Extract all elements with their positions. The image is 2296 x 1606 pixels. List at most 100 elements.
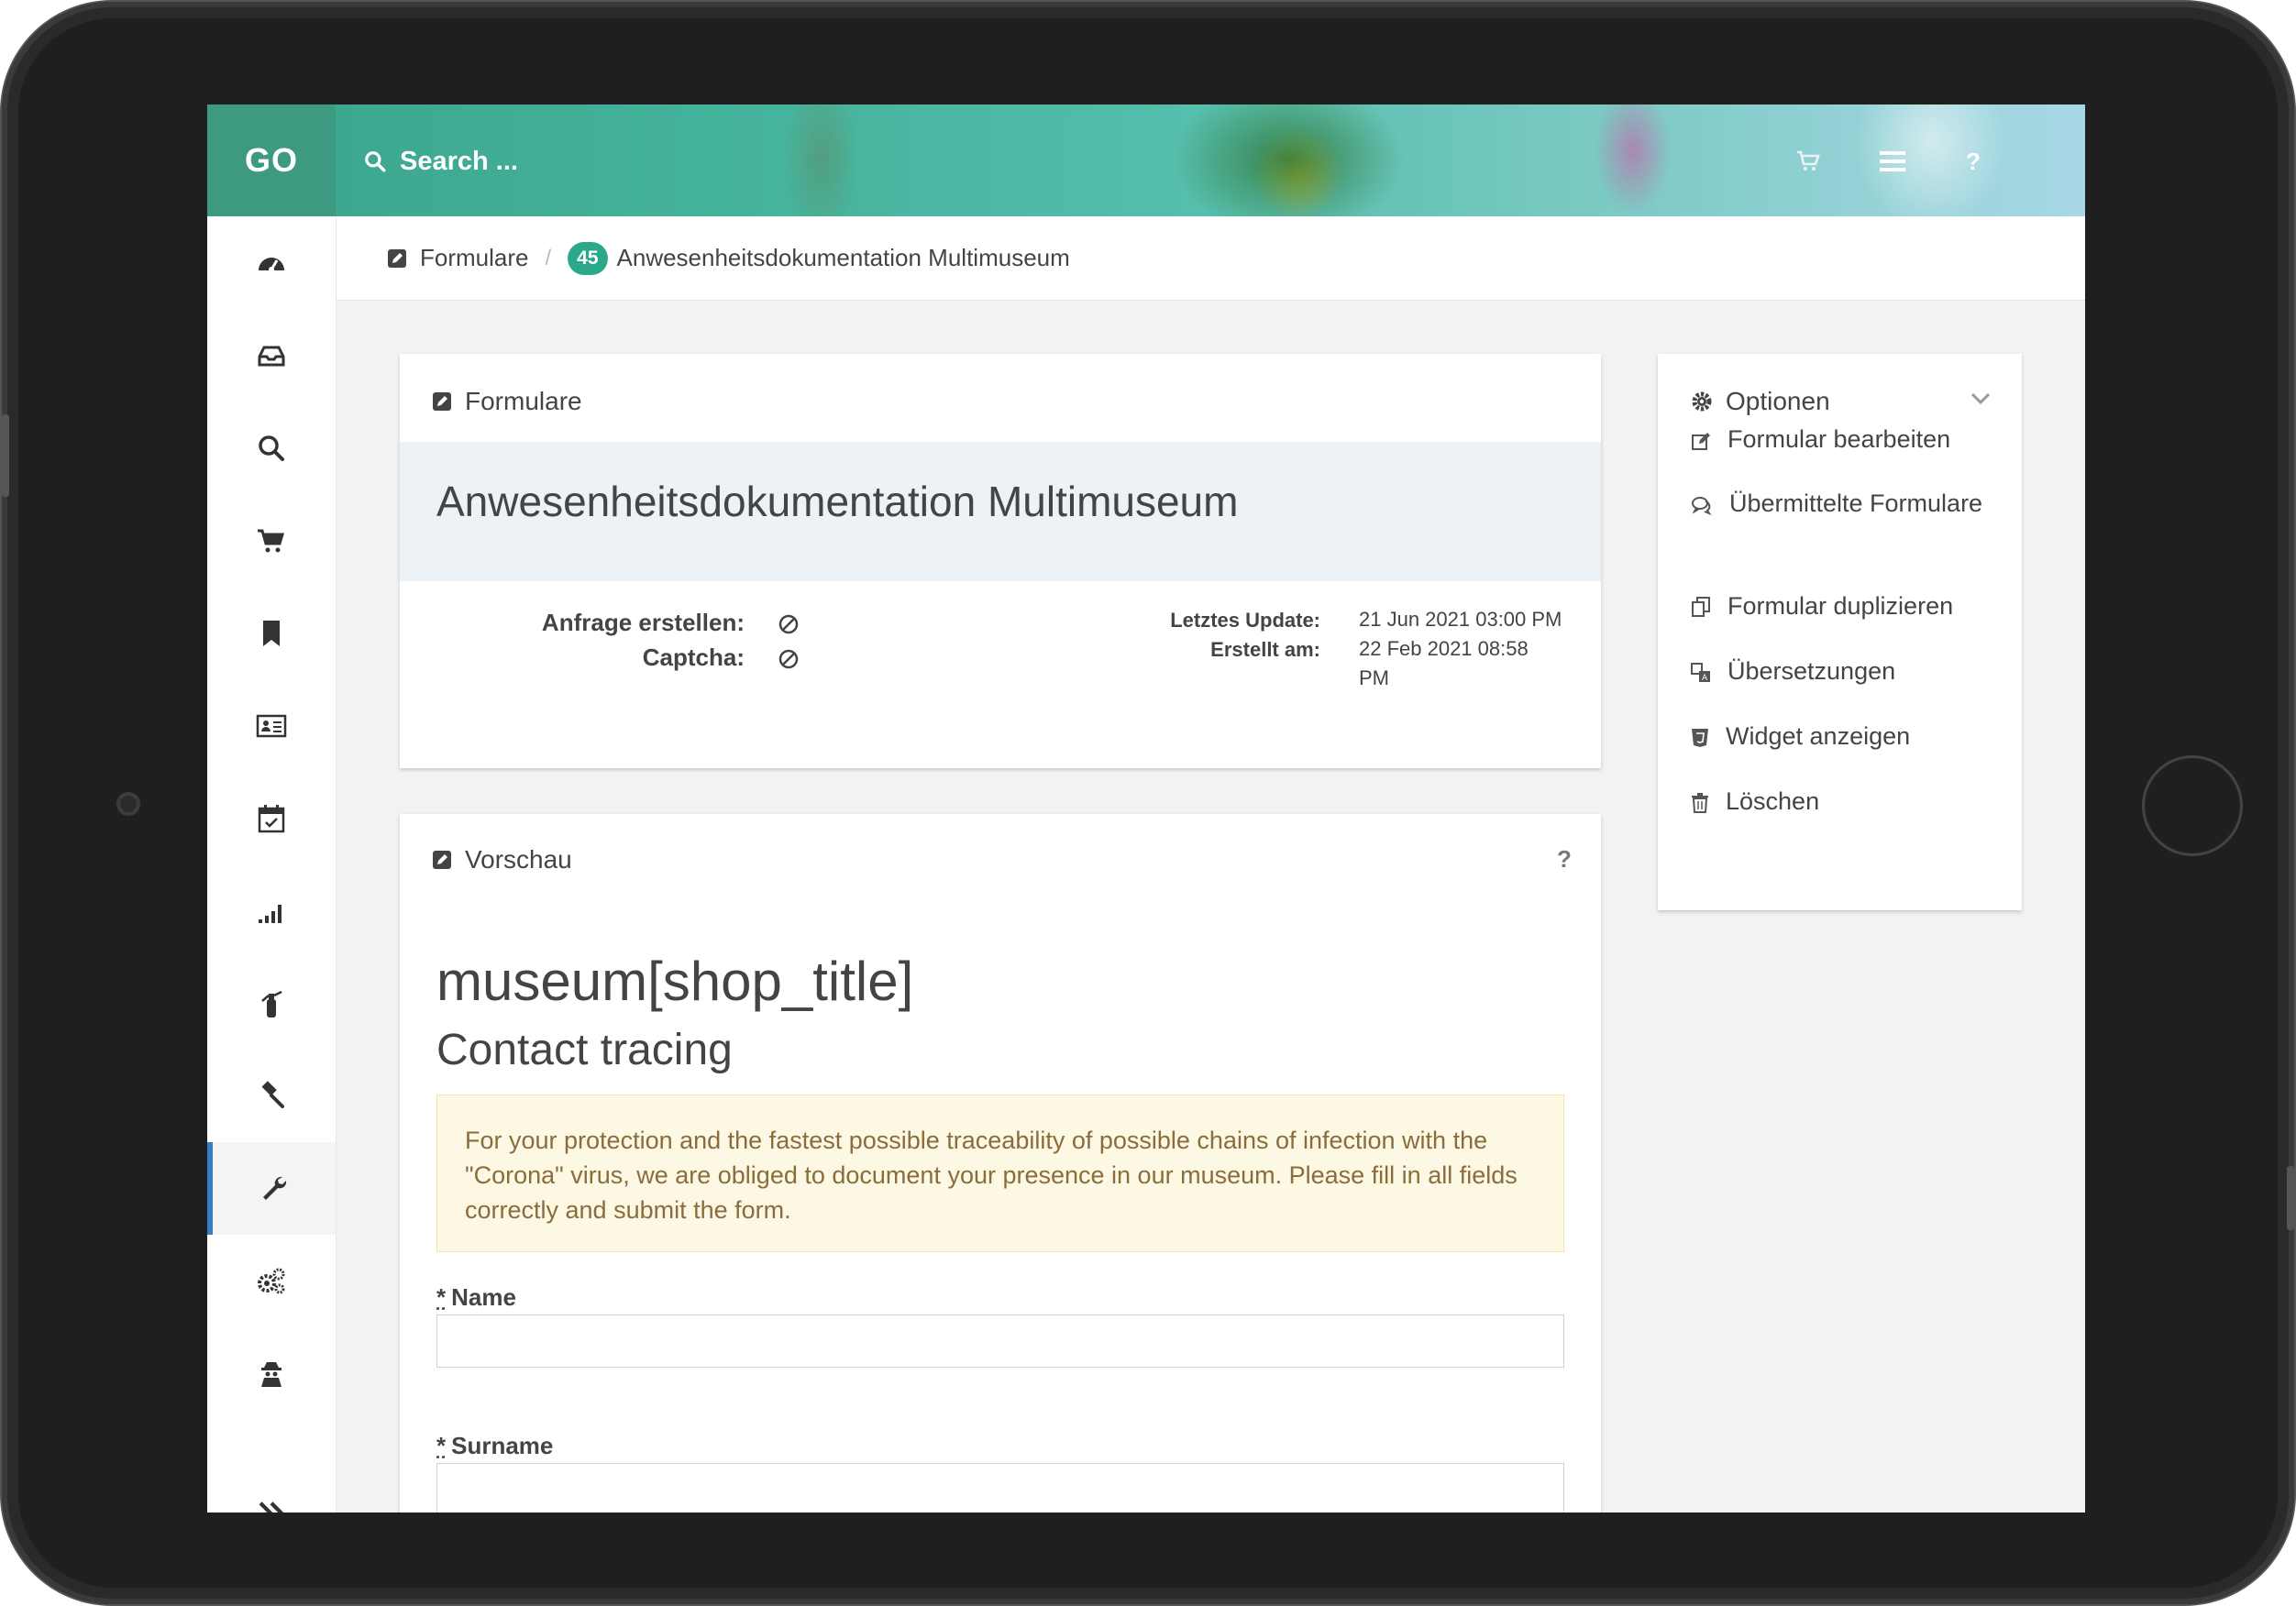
sidebar xyxy=(207,216,337,1512)
surname-label-text: Surname xyxy=(451,1432,554,1459)
camera-icon xyxy=(116,792,140,816)
anfrage-label: Anfrage erstellen: xyxy=(541,609,745,636)
sidebar-item-inbox[interactable] xyxy=(207,309,336,402)
gear-icon xyxy=(1692,391,1712,412)
count-badge: 45 xyxy=(568,241,608,275)
gavel-icon xyxy=(261,1080,284,1108)
svg-text:A: A xyxy=(1702,674,1708,683)
tablet-side-button xyxy=(2287,1166,2294,1230)
form-card-title: Formulare xyxy=(465,387,582,415)
option-label: Formular duplizieren xyxy=(1728,592,1954,620)
app-screen: GO Search ... ? Formulare / 45 Anwesenhe… xyxy=(207,104,2085,1512)
form-card-header: Formulare xyxy=(432,387,582,416)
name-input[interactable] xyxy=(436,1314,1564,1368)
option-label: Übersetzungen xyxy=(1728,657,1896,685)
options-card: Optionen Formular bearbeiten Übermittelt… xyxy=(1658,354,2022,910)
option-label: Übermittelte Formulare xyxy=(1729,490,1983,517)
search-icon xyxy=(259,434,284,461)
disabled-icon xyxy=(778,649,799,669)
sidebar-expand-button[interactable] xyxy=(207,1478,336,1512)
preview-help-icon[interactable]: ? xyxy=(1557,845,1572,874)
sidebar-item-contacts[interactable] xyxy=(207,679,336,772)
sidebar-item-dashboard[interactable] xyxy=(207,216,336,309)
chevron-down-icon[interactable] xyxy=(1970,390,1992,407)
tablet-side-button xyxy=(2,414,9,497)
sidebar-item-safety[interactable] xyxy=(207,957,336,1050)
search-bar[interactable]: Search ... xyxy=(363,141,518,182)
search-icon xyxy=(365,151,386,172)
tablet-frame: GO Search ... ? Formulare / 45 Anwesenhe… xyxy=(2,2,2294,1604)
preview-subtitle: Contact tracing xyxy=(436,1026,733,1074)
options-card-title: Optionen xyxy=(1726,387,1830,415)
letztes-update-label: Letztes Update: xyxy=(1170,609,1320,632)
required-marker: * xyxy=(436,1432,447,1459)
breadcrumb-root-label: Formulare xyxy=(420,244,529,271)
sidebar-item-bookmarks[interactable] xyxy=(207,587,336,679)
name-field-label: * Name xyxy=(436,1283,516,1312)
surname-input[interactable] xyxy=(436,1463,1564,1512)
edit-square-icon xyxy=(433,851,451,869)
calendar-check-icon xyxy=(258,804,285,832)
home-button xyxy=(2142,755,2243,856)
erstellt-value-line1: 22 Feb 2021 08:58 xyxy=(1359,637,1529,660)
edit-square-icon xyxy=(433,392,451,411)
option-translations[interactable]: A Übersetzungen xyxy=(1685,654,1997,688)
alert-text-line: "Corona" virus, we are obliged to docume… xyxy=(465,1161,1518,1189)
alert-text-line: correctly and submit the form. xyxy=(465,1196,791,1224)
help-icon[interactable]: ? xyxy=(1959,147,1988,176)
sidebar-item-shop[interactable] xyxy=(207,494,336,587)
option-label: Formular bearbeiten xyxy=(1728,425,1951,453)
name-label-text: Name xyxy=(451,1283,516,1311)
list-icon[interactable] xyxy=(1878,147,1907,176)
preview-card-title: Vorschau xyxy=(465,845,572,874)
erstellt-value-line2: PM xyxy=(1359,666,1389,689)
contact-card-icon xyxy=(256,714,287,737)
notice-alert: For your protection and the fastest poss… xyxy=(436,1094,1564,1252)
comments-icon xyxy=(1692,497,1712,516)
user-secret-icon xyxy=(261,1361,281,1387)
signal-bars-icon xyxy=(259,904,281,923)
breadcrumb: Formulare / 45 Anwesenheitsdokumentation… xyxy=(337,216,2085,301)
erstellt-value: 22 Feb 2021 08:58 PM xyxy=(1359,634,1529,693)
captcha-label: Captcha: xyxy=(642,644,745,671)
copy-icon xyxy=(1692,597,1710,617)
option-duplicate-form[interactable]: Formular duplizieren xyxy=(1685,588,1997,623)
preview-card-header: Vorschau xyxy=(432,845,572,874)
translate-icon: A xyxy=(1691,663,1710,683)
option-submitted-forms[interactable]: Übermittelte Formulare xyxy=(1685,486,1997,521)
sidebar-item-tools[interactable] xyxy=(207,1142,336,1235)
sidebar-item-search[interactable] xyxy=(207,402,336,494)
breadcrumb-root[interactable]: Formulare xyxy=(387,244,528,272)
form-details-card: Formulare Anwesenheitsdokumentation Mult… xyxy=(400,354,1601,768)
erstellt-label: Erstellt am: xyxy=(1210,638,1320,661)
search-placeholder: Search ... xyxy=(400,146,518,176)
form-heading: Anwesenheitsdokumentation Multimuseum xyxy=(436,478,1239,525)
double-chevron-right-icon xyxy=(259,1502,284,1512)
option-delete[interactable]: Löschen xyxy=(1685,784,1997,819)
cogs-icon xyxy=(258,1268,285,1293)
logo[interactable]: GO xyxy=(207,104,336,216)
preview-card: Vorschau ? museum[shop_title] Contact tr… xyxy=(400,814,1601,1512)
cart-icon[interactable] xyxy=(1794,147,1823,176)
edit-icon xyxy=(1692,433,1710,450)
fire-extinguisher-icon xyxy=(261,990,282,1018)
options-card-header[interactable]: Optionen xyxy=(1691,387,1830,416)
dashboard-icon xyxy=(259,257,284,272)
top-header: GO Search ... ? xyxy=(207,104,2085,216)
sidebar-item-calendar[interactable] xyxy=(207,772,336,864)
option-show-widget[interactable]: Widget anzeigen xyxy=(1685,719,1997,754)
inbox-icon xyxy=(258,346,285,366)
option-label: Widget anzeigen xyxy=(1726,722,1911,750)
option-label: Löschen xyxy=(1726,787,1820,815)
sidebar-item-auctions[interactable] xyxy=(207,1050,336,1142)
sidebar-item-settings[interactable] xyxy=(207,1235,336,1327)
option-edit-form[interactable]: Formular bearbeiten xyxy=(1685,422,1997,456)
sidebar-item-statistics[interactable] xyxy=(207,864,336,957)
disabled-icon xyxy=(778,614,799,634)
required-marker: * xyxy=(436,1283,447,1311)
alert-text-line: For your protection and the fastest poss… xyxy=(465,1127,1488,1154)
bookmark-icon xyxy=(263,620,280,646)
wrench-icon xyxy=(263,1176,287,1200)
sidebar-item-privacy[interactable] xyxy=(207,1327,336,1420)
breadcrumb-separator: / xyxy=(545,245,552,270)
